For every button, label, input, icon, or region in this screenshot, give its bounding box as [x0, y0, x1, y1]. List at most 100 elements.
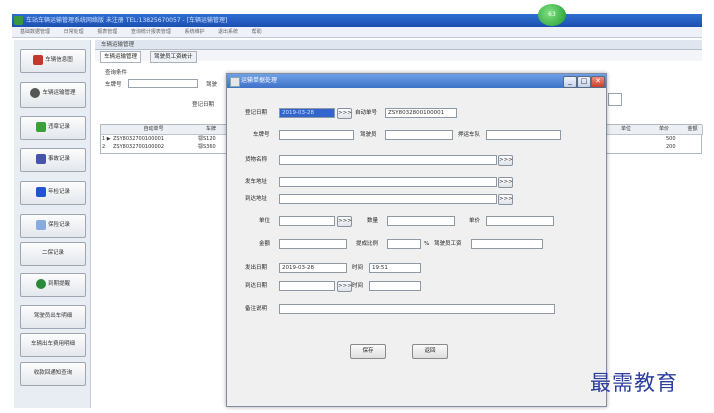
driver-field[interactable]: [385, 130, 453, 140]
price-field[interactable]: [486, 216, 554, 226]
date-filter-label: 登记日期: [192, 102, 215, 108]
table-cell-price[interactable]: 200: [666, 144, 676, 151]
menu-bar: 基础数据管理 日常处理 报表管理 查询统计报表管理 系统维护 退出系统 帮助: [12, 27, 702, 38]
sidebar-item-inspection[interactable]: 年检记录: [20, 181, 86, 205]
maximize-button[interactable]: □: [577, 76, 591, 88]
sidebar-item-driver-detail[interactable]: 驾驶员出车明细: [20, 305, 86, 329]
reg-date-label: 登记日期: [245, 110, 268, 116]
grid-header-plate[interactable]: 车牌: [196, 125, 227, 135]
status-bubble: 63: [538, 4, 566, 26]
plate-field[interactable]: [279, 130, 354, 140]
ship-addr-field[interactable]: [279, 177, 497, 187]
qty-field[interactable]: [387, 216, 455, 226]
truck-icon: [33, 54, 44, 65]
dest-addr-browse-button[interactable]: >>>: [498, 194, 513, 205]
plate-filter-input[interactable]: [128, 79, 198, 88]
menu-exit[interactable]: 退出系统: [218, 29, 238, 35]
tab-driver-wages[interactable]: 驾驶员工资统计: [150, 51, 197, 63]
grid-header-unit[interactable]: 单位: [607, 125, 646, 135]
wage-label: 驾驶员工资: [434, 241, 462, 247]
dialog-title-bar: 运输单据处理 _ □ ✕: [227, 74, 606, 88]
driver-filter-label: 驾驶: [206, 82, 218, 88]
content-title: 车辆运输管理: [101, 42, 135, 48]
remark-label: 备注说明: [245, 306, 268, 312]
unit-label: 单位: [259, 218, 271, 224]
unit-browse-button[interactable]: >>>: [337, 216, 352, 227]
escort-label: 押运车队: [458, 132, 481, 138]
grid-header-amount[interactable]: 金额: [683, 125, 703, 135]
menu-daily[interactable]: 日常处理: [64, 29, 84, 35]
wheel-icon: [30, 87, 41, 98]
dialog-title: 运输单据处理: [241, 77, 278, 84]
dest-addr-label: 到达地址: [245, 196, 268, 202]
remark-field[interactable]: [279, 304, 555, 314]
dest-addr-field[interactable]: [279, 194, 497, 204]
auto-no-field[interactable]: ZSY8032800100001: [385, 108, 457, 118]
menu-reports[interactable]: 报表管理: [97, 29, 117, 35]
price-label: 单价: [469, 218, 481, 224]
sidebar-item-vehicle-info[interactable]: 车辆信息图: [20, 49, 86, 73]
qty-label: 数量: [367, 218, 379, 224]
query-button-edge[interactable]: [608, 93, 622, 106]
sidebar-item-receipt-query[interactable]: 收款回通知查询: [20, 362, 86, 386]
minimize-button[interactable]: _: [563, 76, 577, 88]
unit-field[interactable]: [279, 216, 335, 226]
row-marker: 1 ▶: [102, 136, 111, 142]
sidebar-item-transport[interactable]: 车辆运输管理: [20, 82, 86, 108]
ratio-field[interactable]: [387, 239, 421, 249]
table-cell-auto-no[interactable]: ZSY8032700100001: [113, 136, 164, 143]
amount-field[interactable]: [279, 239, 347, 249]
arrive-date-field[interactable]: [279, 281, 335, 291]
sidebar-item-expiry-reminder[interactable]: 到期提醒: [20, 273, 86, 297]
tab-transport[interactable]: 车辆运输管理: [100, 51, 142, 63]
watermark-logo: 最需教育: [590, 371, 678, 395]
back-button[interactable]: 返回: [412, 344, 448, 359]
transport-edit-dialog: 运输单据处理 _ □ ✕ 登记日期 2019-03-28 >>> 自动单号 ZS…: [226, 73, 607, 407]
sidebar-item-vehicle-cost[interactable]: 车辆出车费用明细: [20, 333, 86, 357]
main-window-title: 车站车辆运输管理系统网络版 未注册 TEL:13825670057 - [车辆运…: [26, 17, 228, 24]
depart-time-label: 时间: [352, 265, 364, 271]
depart-date-label: 发出日期: [245, 265, 268, 271]
driver-label: 驾驶员: [360, 132, 377, 138]
menu-maintenance[interactable]: 系统维护: [184, 29, 204, 35]
escort-field[interactable]: [486, 130, 561, 140]
table-cell-price[interactable]: 500: [666, 136, 676, 143]
ratio-label: 提成比例: [356, 241, 379, 247]
depart-date-field[interactable]: 2019-03-28: [279, 263, 347, 273]
close-button[interactable]: ✕: [591, 76, 605, 88]
grid-header-price[interactable]: 单价: [645, 125, 684, 135]
depart-time-field[interactable]: 19:51: [369, 263, 421, 273]
grid-header-auto-no[interactable]: 自动单号: [111, 125, 197, 135]
table-cell-plate[interactable]: 鄂S360: [198, 144, 216, 151]
menu-query-stats[interactable]: 查询统计报表管理: [131, 29, 171, 35]
ship-addr-browse-button[interactable]: >>>: [498, 177, 513, 188]
reg-date-field[interactable]: 2019-03-28: [279, 108, 335, 118]
ship-addr-label: 发车地址: [245, 179, 268, 185]
sidebar-item-violation[interactable]: 违章记录: [20, 116, 86, 140]
alarm-icon: [35, 278, 46, 289]
arrive-date-picker-button[interactable]: >>>: [337, 281, 352, 292]
auto-no-label: 自动单号: [355, 110, 378, 116]
goods-field[interactable]: [279, 155, 497, 165]
content-tabs: 车辆运输管理 驾驶员工资统计: [95, 50, 702, 63]
table-cell-auto-no[interactable]: ZSY8032700100002: [113, 144, 164, 151]
reg-date-picker-button[interactable]: >>>: [337, 108, 352, 119]
inspection-icon: [35, 186, 46, 197]
sidebar-item-insurance[interactable]: 保险记录: [20, 214, 86, 238]
sidebar-item-accident[interactable]: 事故记录: [20, 148, 86, 172]
wage-field[interactable]: [471, 239, 543, 249]
percent-label: %: [424, 241, 430, 247]
menu-help[interactable]: 帮助: [252, 29, 262, 35]
row-marker: 2: [102, 144, 106, 150]
car-crash-icon: [35, 153, 46, 164]
table-cell-plate[interactable]: 鄂S120: [198, 136, 216, 143]
save-button[interactable]: 保存: [350, 344, 386, 359]
sidebar-item-second-maintenance[interactable]: 二保记录: [20, 242, 86, 266]
arrive-date-label: 到达日期: [245, 283, 268, 289]
menu-basic-data[interactable]: 基础数据管理: [20, 29, 50, 35]
arrive-time-field[interactable]: [369, 281, 421, 291]
dialog-app-icon: [230, 77, 240, 87]
goods-browse-button[interactable]: >>>: [498, 155, 513, 166]
query-group-label: 查询条件: [105, 70, 128, 76]
plate-filter-label: 车牌号: [105, 82, 122, 88]
